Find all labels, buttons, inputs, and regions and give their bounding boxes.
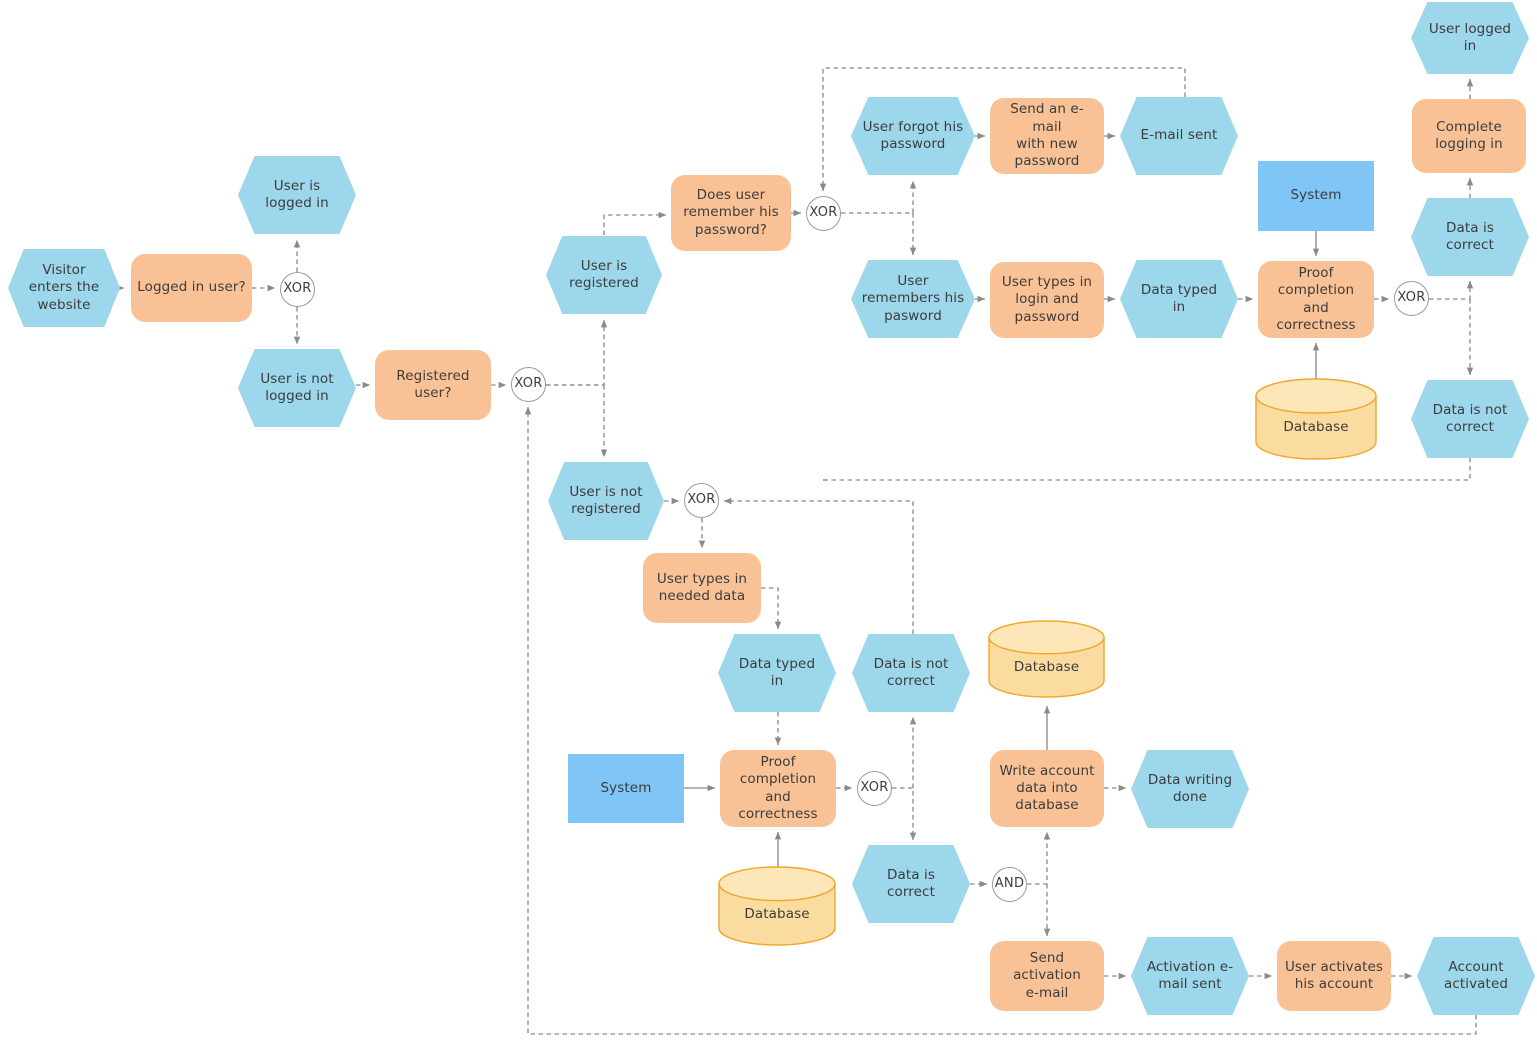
connector-node-n34[interactable]: XOR (857, 771, 892, 806)
connector-node-n21[interactable]: XOR (1394, 281, 1429, 316)
event-node-label: Activation e- mail sent (1146, 958, 1234, 992)
event-node-label: User forgot his password (862, 118, 964, 152)
database-node-n33[interactable]: Database (718, 866, 836, 946)
connector-node-label: XOR (687, 492, 716, 508)
function-node-n32[interactable]: Proof completion and correctness (720, 750, 836, 827)
event-node-label: Data is correct (886, 866, 935, 900)
event-node-n15[interactable]: User remembers his pasword (851, 260, 975, 338)
event-node-label: Visitor enters the website (28, 262, 100, 313)
connector-node-n7[interactable]: XOR (511, 367, 546, 402)
system-node-n18[interactable]: System (1258, 161, 1374, 231)
event-node-n42[interactable]: Account activated (1417, 937, 1535, 1015)
event-node-n40[interactable]: Activation e- mail sent (1131, 937, 1249, 1015)
database-node-label: Database (744, 906, 810, 923)
event-node-n25[interactable]: User logged in (1411, 2, 1529, 74)
system-node-n31[interactable]: System (568, 754, 684, 823)
event-node-n9[interactable]: User is not registered (548, 462, 664, 540)
connector-node-label: XOR (1397, 290, 1426, 306)
function-node-label: Does user remember his password? (683, 187, 779, 238)
function-node-n6[interactable]: Registered user? (375, 350, 491, 420)
event-node-n35[interactable]: Data is correct (852, 845, 970, 923)
event-node-label: Data is not correct (873, 655, 949, 689)
function-node-label: Proof completion and correctness (1276, 264, 1356, 333)
event-node-n28[interactable]: Data typed in (718, 634, 836, 712)
system-node-label: System (600, 779, 652, 796)
function-node-n41[interactable]: User activates his account (1277, 941, 1391, 1011)
connector-node-label: XOR (860, 780, 889, 796)
connector-node-n3[interactable]: XOR (280, 272, 315, 307)
event-node-n8[interactable]: User is registered (546, 236, 662, 314)
event-node-label: Data is not correct (1432, 401, 1508, 435)
database-node-n30[interactable]: Database (988, 620, 1105, 698)
event-node-label: User is not registered (569, 483, 643, 517)
function-node-n16[interactable]: User types in login and password (990, 262, 1104, 338)
event-node-label: User remembers his pasword (861, 273, 965, 324)
function-node-n37[interactable]: Write account data into database (990, 750, 1104, 827)
function-node-n24[interactable]: Complete logging in (1412, 99, 1526, 173)
event-node-label: Data typed in (738, 655, 816, 689)
event-node-n23[interactable]: Data is not correct (1411, 380, 1529, 458)
database-node-label: Database (1283, 419, 1349, 436)
event-node-label: User is logged in (265, 177, 329, 211)
connector-node-label: XOR (809, 205, 838, 221)
epc-diagram-canvas: Visitor enters the website Logged in user… (0, 0, 1537, 1046)
function-node-n2[interactable]: Logged in user? (131, 254, 252, 322)
event-node-label: E-mail sent (1140, 127, 1218, 144)
event-node-n22[interactable]: Data is correct (1411, 198, 1529, 276)
function-node-label: Send an e-mail with new password (1010, 101, 1084, 170)
function-node-label: Write account data into database (999, 762, 1095, 814)
event-node-n5[interactable]: User is not logged in (238, 349, 356, 427)
event-node-n14[interactable]: E-mail sent (1120, 97, 1238, 175)
event-node-n1[interactable]: Visitor enters the website (8, 249, 120, 327)
function-node-n27[interactable]: User types in needed data (643, 553, 761, 623)
event-node-n12[interactable]: User forgot his password (851, 97, 975, 175)
function-node-n39[interactable]: Send activation e-mail (990, 941, 1104, 1011)
event-node-label: User logged in (1428, 20, 1512, 54)
event-node-label: Data writing done (1147, 771, 1233, 805)
system-node-label: System (1290, 187, 1342, 204)
function-node-label: User types in needed data (656, 570, 748, 604)
event-node-n17[interactable]: Data typed in (1120, 260, 1238, 338)
event-node-label: Data typed in (1140, 281, 1218, 315)
event-node-n29[interactable]: Data is not correct (852, 634, 970, 712)
function-node-label: Registered user? (396, 367, 470, 401)
function-node-n10[interactable]: Does user remember his password? (671, 175, 791, 251)
database-node-label: Database (1013, 659, 1080, 676)
event-node-n4[interactable]: User is logged in (238, 156, 356, 234)
function-node-label: Send activation e-mail (1013, 950, 1081, 1001)
event-node-label: Data is correct (1445, 219, 1494, 253)
event-node-label: User is registered (569, 257, 639, 291)
function-node-label: User types in login and password (1001, 274, 1093, 325)
function-node-label: Logged in user? (137, 279, 246, 296)
function-node-label: User activates his account (1284, 958, 1384, 992)
connector-node-n26[interactable]: XOR (684, 483, 719, 518)
connector-node-label: XOR (514, 376, 543, 392)
event-node-label: Account activated (1443, 958, 1509, 992)
function-node-label: Complete logging in (1435, 118, 1503, 152)
connector-node-label: XOR (283, 281, 312, 297)
function-node-n13[interactable]: Send an e-mail with new password (990, 98, 1104, 174)
function-node-label: Proof completion and correctness (738, 753, 818, 822)
connector-node-label: AND (994, 876, 1025, 892)
connector-node-n11[interactable]: XOR (806, 196, 841, 231)
connector-node-n36[interactable]: AND (992, 867, 1027, 902)
node-layer: Visitor enters the website Logged in user… (0, 0, 1537, 1046)
event-node-n38[interactable]: Data writing done (1131, 750, 1249, 828)
event-node-label: User is not logged in (260, 370, 334, 404)
database-node-n20[interactable]: Database (1255, 378, 1377, 460)
function-node-n19[interactable]: Proof completion and correctness (1258, 261, 1374, 338)
